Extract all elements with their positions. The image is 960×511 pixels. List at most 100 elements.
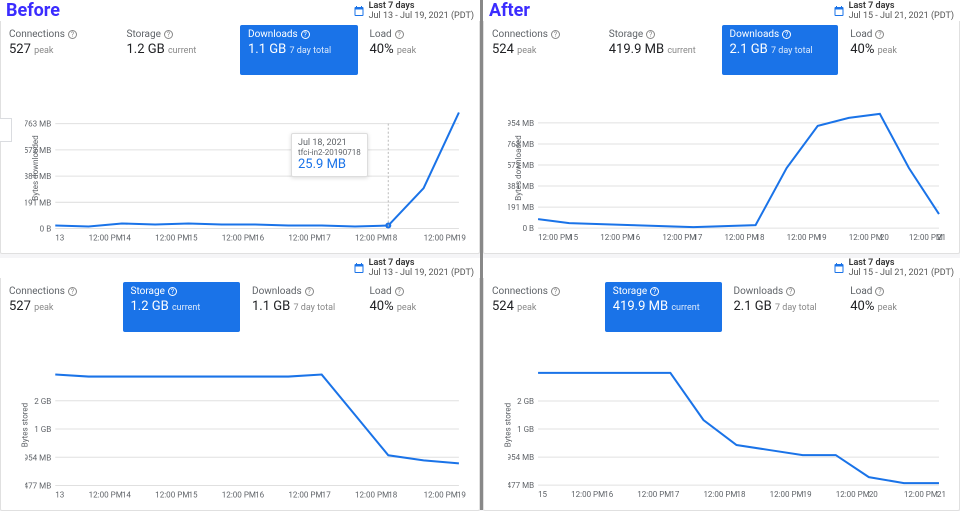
storage-title-bar: Last 7 daysJul 13 - Jul 19, 2021 (PDT) xyxy=(0,258,480,278)
svg-text:954 MB: 954 MB xyxy=(25,453,51,462)
svg-text:21: 21 xyxy=(937,233,946,242)
svg-text:12:00 PM: 12:00 PM xyxy=(155,491,189,500)
svg-text:12:00 PM: 12:00 PM xyxy=(904,490,938,499)
downloads-chart: Bytes downloaded 0 B 191 MB 381 MB 572 M… xyxy=(1,83,479,253)
svg-text:18: 18 xyxy=(737,490,746,499)
calendar-icon xyxy=(353,5,365,17)
svg-text:12:00 PM: 12:00 PM xyxy=(288,491,322,500)
metric-load[interactable]: Load?40% peak xyxy=(842,25,959,75)
svg-text:0 B: 0 B xyxy=(40,225,52,234)
svg-text:12:00 PM: 12:00 PM xyxy=(288,234,322,243)
metric-downloads[interactable]: Downloads?2.1 GB 7 day total xyxy=(722,25,839,75)
svg-text:16: 16 xyxy=(255,491,265,500)
svg-text:12:00 PM: 12:00 PM xyxy=(222,491,256,500)
svg-text:2 GB: 2 GB xyxy=(34,397,51,406)
calendar-icon xyxy=(833,262,845,274)
storage-chart-after: Bytes stored 477 MB954 MB1 GB2 GB 1512:0… xyxy=(484,340,959,510)
downloads-chart-after: Bytes downloaded 0 B191 MB381 MB572 MB76… xyxy=(484,83,959,253)
svg-text:763 MB: 763 MB xyxy=(25,120,51,129)
after-column: After Last 7 daysJul 15 - Jul 21, 2021 (… xyxy=(480,0,960,510)
svg-text:19: 19 xyxy=(457,234,466,243)
svg-text:15: 15 xyxy=(538,490,547,499)
svg-text:17: 17 xyxy=(693,233,702,242)
chart-tooltip: Jul 18, 2021 tfci-in2-20190718 25.9 MB xyxy=(291,133,368,177)
help-icon: ? xyxy=(68,30,77,39)
svg-text:1 GB: 1 GB xyxy=(517,425,534,434)
chart-line xyxy=(55,113,459,227)
chart-svg: 0 B 191 MB 381 MB 572 MB 763 MB 1312:00 … xyxy=(25,87,469,249)
help-icon: ? xyxy=(301,30,310,39)
storage-panel-after: Connections?524 peak Storage?419.9 MB cu… xyxy=(483,278,960,511)
svg-text:18: 18 xyxy=(388,234,398,243)
metric-storage[interactable]: Storage?419.9 MB current xyxy=(601,25,718,75)
svg-text:12:00 PM: 12:00 PM xyxy=(424,491,458,500)
svg-text:18: 18 xyxy=(388,491,398,500)
metric-load[interactable]: Load?40% peak xyxy=(362,282,480,332)
help-icon: ? xyxy=(164,30,173,39)
before-column: Before Last 7 days Jul 13 - Jul 19, 2021… xyxy=(0,0,480,510)
svg-text:20: 20 xyxy=(880,233,889,242)
metric-storage[interactable]: Storage?1.2 GB current xyxy=(123,282,241,332)
metric-downloads[interactable]: Downloads?2.1 GB 7 day total xyxy=(726,282,843,332)
svg-text:12:00 PM: 12:00 PM xyxy=(155,234,189,243)
svg-text:19: 19 xyxy=(457,491,466,500)
svg-text:12:00 PM: 12:00 PM xyxy=(787,233,821,242)
svg-text:14: 14 xyxy=(122,491,132,500)
svg-text:954 MB: 954 MB xyxy=(508,119,534,128)
svg-text:954 MB: 954 MB xyxy=(508,453,534,462)
storage-panel: Connections?527 peak Storage?1.2 GB curr… xyxy=(0,278,480,511)
storage-chart: Bytes stored 477 MB954 MB1 GB2 GB 1312:0… xyxy=(1,340,479,510)
metric-load[interactable]: Load?40% peak xyxy=(842,282,959,332)
metric-storage[interactable]: Storage? 1.2 GB current xyxy=(119,25,237,75)
svg-text:12:00 PM: 12:00 PM xyxy=(849,233,883,242)
metric-row: Connections? 527 peak Storage? 1.2 GB cu… xyxy=(1,21,479,83)
help-icon: ? xyxy=(395,30,404,39)
svg-text:19: 19 xyxy=(803,490,812,499)
date-range-picker[interactable]: Last 7 daysJul 13 - Jul 19, 2021 (PDT) xyxy=(353,258,474,278)
metric-connections[interactable]: Connections?527 peak xyxy=(1,282,119,332)
chart-ylabel: Bytes downloaded xyxy=(31,135,40,200)
date-range-picker[interactable]: Last 7 days Jul 13 - Jul 19, 2021 (PDT) xyxy=(353,1,474,21)
metric-storage[interactable]: Storage?419.9 MB current xyxy=(605,282,722,332)
svg-text:14: 14 xyxy=(122,234,132,243)
svg-text:12:00 PM: 12:00 PM xyxy=(703,490,737,499)
calendar-icon xyxy=(353,262,365,274)
metric-load[interactable]: Load? 40% peak xyxy=(362,25,480,75)
svg-text:12:00 PM: 12:00 PM xyxy=(355,491,389,500)
metric-downloads[interactable]: Downloads?1.1 GB 7 day total xyxy=(244,282,362,332)
downloads-panel-after: Connections?524 peak Storage?419.9 MB cu… xyxy=(483,21,960,254)
svg-text:18: 18 xyxy=(756,233,765,242)
svg-text:13: 13 xyxy=(55,491,64,500)
svg-text:15: 15 xyxy=(188,491,198,500)
svg-text:191 MB: 191 MB xyxy=(508,203,534,212)
svg-text:17: 17 xyxy=(322,234,332,243)
svg-text:12:00 PM: 12:00 PM xyxy=(770,490,804,499)
date-range-picker[interactable]: Last 7 daysJul 15 - Jul 21, 2021 (PDT) xyxy=(833,1,954,21)
before-title: Before xyxy=(6,0,60,21)
svg-text:12:00 PM: 12:00 PM xyxy=(222,234,256,243)
calendar-icon xyxy=(833,5,845,17)
svg-text:12:00 PM: 12:00 PM xyxy=(637,490,671,499)
svg-text:21: 21 xyxy=(937,490,946,499)
before-title-bar: Before Last 7 days Jul 13 - Jul 19, 2021… xyxy=(0,0,480,21)
svg-text:16: 16 xyxy=(604,490,613,499)
svg-text:12:00 PM: 12:00 PM xyxy=(724,233,758,242)
svg-text:12:00 PM: 12:00 PM xyxy=(836,490,870,499)
svg-text:12:00 PM: 12:00 PM xyxy=(662,233,696,242)
svg-text:17: 17 xyxy=(670,490,679,499)
downloads-panel: Connections? 527 peak Storage? 1.2 GB cu… xyxy=(0,21,480,254)
x-axis: 1312:00 PM1412:00 PM1512:00 PM1612:00 PM… xyxy=(55,234,466,243)
svg-text:13: 13 xyxy=(55,234,64,243)
svg-text:16: 16 xyxy=(255,234,265,243)
metric-connections[interactable]: Connections?524 peak xyxy=(484,282,601,332)
metric-connections[interactable]: Connections? 527 peak xyxy=(1,25,119,75)
svg-text:1 GB: 1 GB xyxy=(34,425,51,434)
svg-text:16: 16 xyxy=(631,233,640,242)
metric-connections[interactable]: Connections?524 peak xyxy=(484,25,601,75)
svg-text:15: 15 xyxy=(569,233,578,242)
metric-downloads[interactable]: Downloads? 1.1 GB 7 day total xyxy=(240,25,358,75)
svg-text:12:00 PM: 12:00 PM xyxy=(571,490,605,499)
date-range-picker[interactable]: Last 7 daysJul 15 - Jul 21, 2021 (PDT) xyxy=(833,258,954,278)
svg-text:20: 20 xyxy=(869,490,878,499)
svg-text:477 MB: 477 MB xyxy=(508,481,534,490)
